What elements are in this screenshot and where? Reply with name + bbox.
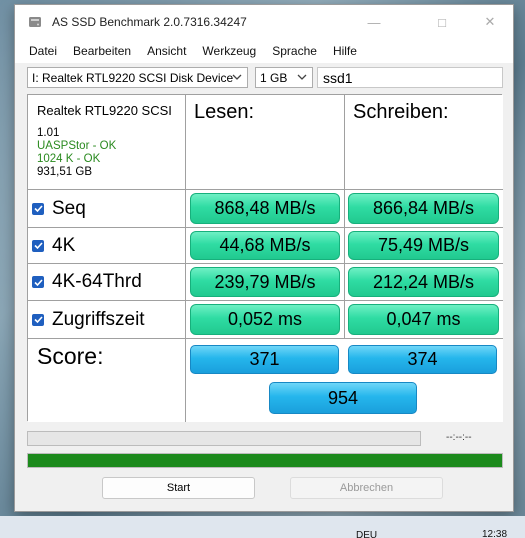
toolbar: I: Realtek RTL9220 SCSI Disk Device 1 GB… <box>27 67 503 89</box>
row-label: Seq <box>52 197 86 219</box>
read-header-cell: Lesen: <box>186 95 345 190</box>
check-icon <box>33 205 43 213</box>
disk-select[interactable]: I: Realtek RTL9220 SCSI Disk Device <box>27 67 248 88</box>
seq-read-value: 868,48 MB/s <box>190 193 340 224</box>
4k-read-cell: 44,68 MB/s <box>186 228 345 264</box>
score-values-cell: 371 374 954 <box>186 339 503 422</box>
score-label-cell: Score: <box>28 339 186 422</box>
progress-bar-total-fill <box>28 454 502 467</box>
progress-bar-total <box>27 453 503 468</box>
row-label: 4K-64Thrd <box>52 271 142 292</box>
access-read-cell: 0,052 ms <box>186 301 345 339</box>
seq-write-value: 866,84 MB/s <box>348 193 499 224</box>
4k64-read-value: 239,79 MB/s <box>190 267 340 297</box>
access-write-value: 0,047 ms <box>348 304 499 335</box>
row-label: 4K <box>52 234 76 256</box>
firmware-version: 1.01 <box>37 127 60 139</box>
disk-capacity: 931,51 GB <box>37 166 92 178</box>
menu-view[interactable]: Ansicht <box>139 44 194 58</box>
score-write: 374 <box>348 345 497 374</box>
chevron-down-icon <box>297 74 307 80</box>
access-time-checkbox[interactable] <box>32 313 44 326</box>
check-icon <box>33 316 43 324</box>
name-input-value: ssd1 <box>323 69 353 86</box>
disk-select-value: I: Realtek RTL9220 SCSI Disk Device <box>32 70 234 85</box>
row-access-label-cell: Zugriffszeit <box>28 301 186 339</box>
seq-write-cell: 866,84 MB/s <box>345 190 503 228</box>
menu-help[interactable]: Hilfe <box>325 44 365 58</box>
title-bar[interactable]: AS SSD Benchmark 2.0.7316.34247 — □ ✕ <box>15 5 513 39</box>
check-icon <box>33 278 43 286</box>
maximize-icon[interactable]: □ <box>419 5 465 39</box>
close-icon[interactable]: ✕ <box>467 5 513 39</box>
minimize-icon[interactable]: — <box>351 5 397 39</box>
4k-checkbox[interactable] <box>32 239 44 252</box>
seq-checkbox[interactable] <box>32 202 44 215</box>
4k-write-cell: 75,49 MB/s <box>345 228 503 264</box>
4k64-checkbox[interactable] <box>32 276 44 288</box>
score-label: Score: <box>37 343 104 369</box>
alignment-status: 1024 K - OK <box>37 153 101 165</box>
row-4k64-label-cell: 4K-64Thrd <box>28 264 186 301</box>
start-button[interactable]: Start <box>102 477 255 499</box>
taskbar: DEU 12:38 <box>0 516 525 538</box>
elapsed-time: --:--:-- <box>446 432 472 443</box>
chevron-down-icon <box>232 74 242 80</box>
app-drive-icon <box>29 17 41 27</box>
row-label: Zugriffszeit <box>52 308 145 330</box>
access-write-cell: 0,047 ms <box>345 301 503 339</box>
driver-status: UASPStor - OK <box>37 140 117 152</box>
device-name: Realtek RTL9220 SCSI <box>37 103 172 118</box>
window-title: AS SSD Benchmark 2.0.7316.34247 <box>52 15 247 29</box>
row-4k-label-cell: 4K <box>28 228 186 264</box>
size-select-value: 1 GB <box>260 70 288 85</box>
menu-bar: Datei Bearbeiten Ansicht Werkzeug Sprach… <box>15 39 513 63</box>
name-input[interactable]: ssd1 <box>317 67 503 88</box>
progress-bar-current <box>27 431 421 446</box>
app-window: AS SSD Benchmark 2.0.7316.34247 — □ ✕ Da… <box>14 4 514 512</box>
4k64-write-value: 212,24 MB/s <box>348 267 499 297</box>
language-indicator[interactable]: DEU <box>356 530 377 538</box>
4k64-read-cell: 239,79 MB/s <box>186 264 345 301</box>
cancel-button[interactable]: Abbrechen <box>290 477 443 499</box>
device-info: Realtek RTL9220 SCSI 1.01 UASPStor - OK … <box>28 95 186 190</box>
seq-read-cell: 868,48 MB/s <box>186 190 345 228</box>
score-total: 954 <box>269 382 417 414</box>
4k-write-value: 75,49 MB/s <box>348 231 499 260</box>
access-read-value: 0,052 ms <box>190 304 340 335</box>
menu-file[interactable]: Datei <box>21 44 65 58</box>
write-header: Schreiben: <box>353 101 449 123</box>
menu-tools[interactable]: Werkzeug <box>194 44 264 58</box>
menu-edit[interactable]: Bearbeiten <box>65 44 139 58</box>
taskbar-clock[interactable]: 12:38 <box>482 529 507 538</box>
check-icon <box>33 242 43 250</box>
4k64-write-cell: 212,24 MB/s <box>345 264 503 301</box>
size-select[interactable]: 1 GB <box>255 67 313 88</box>
score-read: 371 <box>190 345 339 374</box>
write-header-cell: Schreiben: <box>345 95 503 190</box>
results-grid: Realtek RTL9220 SCSI 1.01 UASPStor - OK … <box>27 94 503 422</box>
row-seq-label-cell: Seq <box>28 190 186 228</box>
menu-language[interactable]: Sprache <box>264 44 325 58</box>
4k-read-value: 44,68 MB/s <box>190 231 340 260</box>
read-header: Lesen: <box>194 101 255 123</box>
